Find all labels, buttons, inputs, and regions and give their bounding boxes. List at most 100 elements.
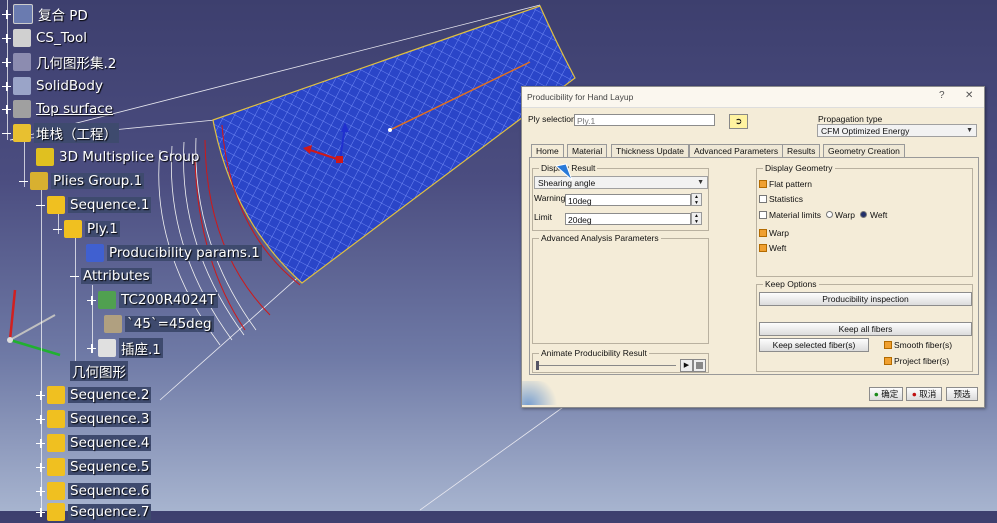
project-fibers-checkbox[interactable] <box>884 357 892 365</box>
expand-icon[interactable] <box>87 343 96 353</box>
help-icon[interactable]: ? <box>939 90 945 101</box>
expand-icon[interactable] <box>2 104 11 114</box>
close-icon[interactable]: ✕ <box>965 90 973 101</box>
ply-icon <box>64 220 82 238</box>
expand-icon[interactable] <box>2 9 11 19</box>
sequence-icon <box>47 196 65 214</box>
tree-item-sequence-5[interactable]: Sequence.5 <box>36 456 152 478</box>
producibility-inspection-button[interactable]: Producibility inspection <box>759 292 972 306</box>
expand-icon[interactable] <box>2 33 11 43</box>
tree-item-sequence-7[interactable]: Sequence.7 <box>36 501 152 523</box>
weft-label: Weft <box>769 243 787 253</box>
tree-item-sequence-1[interactable]: Sequence.1 <box>36 194 152 216</box>
tree-item-attributes[interactable]: Attributes <box>70 265 152 287</box>
tree-item-label: Attributes <box>81 268 152 284</box>
tree-item-composites[interactable]: 复合 PD <box>2 3 90 25</box>
stop-icon[interactable] <box>693 359 706 372</box>
limit-label: Limit <box>534 212 552 222</box>
axis-system-icon <box>13 29 31 47</box>
sequence-icon <box>47 503 65 521</box>
warp-checkbox[interactable] <box>759 229 767 237</box>
expand-icon[interactable] <box>36 486 45 496</box>
expand-icon[interactable] <box>36 462 45 472</box>
tab-thickness-update[interactable]: Thickness Update <box>611 144 690 157</box>
ply-selection-field[interactable]: Ply.1 <box>574 114 715 126</box>
tab-geometry-creation[interactable]: Geometry Creation <box>823 144 905 157</box>
tree-item-label: Sequence.4 <box>68 435 152 451</box>
collapse-icon[interactable] <box>53 225 62 234</box>
collapse-icon[interactable] <box>2 129 11 138</box>
propagation-type-select[interactable]: CFM Optimized Energy ▼ <box>817 124 977 137</box>
dialog-title-bar[interactable]: Producibility for Hand Layup ? ✕ <box>522 87 984 108</box>
weft-checkbox[interactable] <box>759 244 767 252</box>
tree-item-rosette-1[interactable]: 插座.1 <box>87 337 163 359</box>
tree-item-sequence-2[interactable]: Sequence.2 <box>36 384 152 406</box>
collapse-icon[interactable] <box>70 272 79 281</box>
material-limits-checkbox[interactable] <box>759 211 767 219</box>
cancel-button[interactable]: ● 取消 <box>906 387 942 401</box>
flat-pattern-label: Flat pattern <box>769 179 812 189</box>
tree-item-label: 插座.1 <box>119 338 163 358</box>
expand-icon[interactable] <box>36 507 45 517</box>
tree-item-label: SolidBody <box>36 78 103 94</box>
tree-item-label: Sequence.1 <box>68 197 152 213</box>
tree-item-geometrical-set-2[interactable]: 几何图形集.2 <box>2 51 118 73</box>
animation-slider-thumb[interactable] <box>536 361 539 370</box>
expand-icon[interactable] <box>36 414 45 424</box>
tree-item-sequence-4[interactable]: Sequence.4 <box>36 432 152 454</box>
chevron-down-icon: ▼ <box>697 179 704 186</box>
expand-icon[interactable] <box>2 57 11 67</box>
collapse-icon[interactable] <box>36 201 45 210</box>
expand-icon[interactable] <box>36 438 45 448</box>
chevron-down-icon: ▼ <box>966 127 973 134</box>
geometrical-set-icon <box>13 53 31 71</box>
ok-button[interactable]: ● 确定 <box>869 387 903 401</box>
limit-spinner-icon[interactable]: ▲ ▼ <box>691 212 702 225</box>
tree-item-solidbody[interactable]: SolidBody <box>2 75 105 97</box>
tab-advanced-parameters[interactable]: Advanced Parameters <box>689 144 784 157</box>
tree-item-producibility-params-1[interactable]: Producibility params.1 <box>86 242 262 264</box>
tree-item-sequence-6[interactable]: Sequence.6 <box>36 480 152 502</box>
keep-all-fibers-button[interactable]: Keep all fibers <box>759 322 972 336</box>
composites-icon <box>13 4 33 24</box>
preview-button[interactable]: 预选 <box>946 387 978 401</box>
statistics-label: Statistics <box>769 194 804 204</box>
keep-selected-fibers-button[interactable]: Keep selected fiber(s) <box>759 338 869 352</box>
ok-label: 确定 <box>881 389 899 399</box>
expand-icon[interactable] <box>36 390 45 400</box>
expand-icon[interactable] <box>87 295 96 305</box>
statistics-checkbox[interactable] <box>759 195 767 203</box>
expand-icon[interactable] <box>2 81 11 91</box>
tree-item-3d-multisplice-group[interactable]: 3D Multisplice Group <box>36 146 202 168</box>
warp-label: Warp <box>769 228 789 238</box>
flat-pattern-checkbox[interactable] <box>759 180 767 188</box>
weft-radio-label: Weft <box>870 210 888 220</box>
tree-item-parameter-45[interactable]: `45`=45deg <box>104 313 214 335</box>
collapse-icon[interactable] <box>19 177 28 186</box>
tree-item-plies-group-1[interactable]: Plies Group.1 <box>19 170 145 192</box>
select-ply-icon[interactable]: ➲ <box>729 114 748 129</box>
tree-item-stacking[interactable]: 堆栈（工程） <box>2 122 119 144</box>
warning-spinner-icon[interactable]: ▲ ▼ <box>691 193 702 206</box>
tree-item-ply-1[interactable]: Ply.1 <box>53 218 120 240</box>
warning-field[interactable]: 10deg <box>565 194 691 206</box>
warp-radio[interactable] <box>826 211 833 218</box>
tab-material[interactable]: Material <box>567 144 608 157</box>
tree-item-label: Top surface <box>36 101 113 117</box>
weft-radio[interactable] <box>860 211 867 218</box>
play-icon[interactable]: ▶ <box>680 359 693 372</box>
smooth-fibers-checkbox[interactable] <box>884 341 892 349</box>
limit-field[interactable]: 20deg <box>565 213 691 225</box>
tree-item-material[interactable]: TC200R4024T <box>87 289 218 311</box>
tree-item-sequence-3[interactable]: Sequence.3 <box>36 408 152 430</box>
tab-results[interactable]: Results <box>782 144 821 157</box>
surface-icon <box>13 100 31 118</box>
tree-item-geometry[interactable]: 几何图形 <box>70 360 128 382</box>
cancel-label: 取消 <box>919 389 937 399</box>
tree-item-cs-tool[interactable]: CS_Tool <box>2 27 89 49</box>
animation-slider-track[interactable] <box>536 365 676 366</box>
sequence-icon <box>47 410 65 428</box>
producibility-params-icon <box>86 244 104 262</box>
tree-item-top-surface[interactable]: Top surface <box>2 98 115 120</box>
tab-home[interactable]: Home <box>531 144 564 158</box>
